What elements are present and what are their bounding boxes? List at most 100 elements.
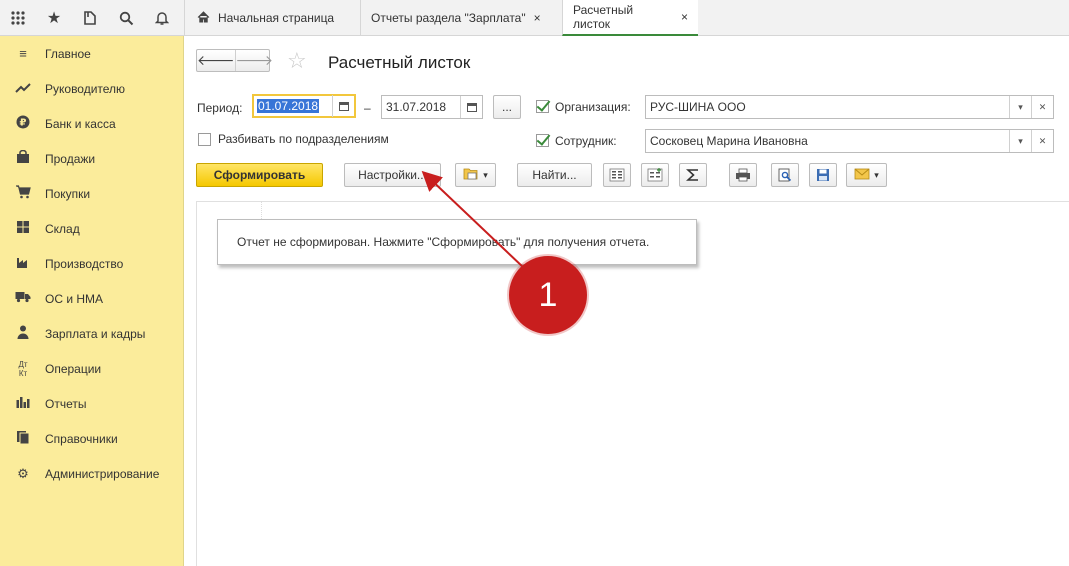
preview-icon[interactable] bbox=[771, 163, 799, 187]
history-nav: 🡐 🡒 bbox=[196, 49, 273, 72]
employee-label: Сотрудник: bbox=[555, 134, 617, 148]
column-guide bbox=[261, 201, 262, 221]
period-label: Период: bbox=[197, 101, 243, 115]
factory-icon bbox=[14, 255, 32, 272]
books-icon bbox=[14, 430, 32, 447]
employee-checkbox[interactable] bbox=[536, 134, 549, 147]
sidebar-item-label: Отчеты bbox=[45, 396, 87, 411]
bar-chart-icon bbox=[14, 396, 32, 411]
sidebar-item-bank[interactable]: ₽ Банк и касса bbox=[0, 106, 183, 141]
collapse-groups-icon[interactable] bbox=[641, 163, 669, 187]
org-value: РУС-ШИНА ООО bbox=[650, 100, 746, 114]
period-dash: – bbox=[364, 101, 371, 115]
warehouse-icon bbox=[14, 220, 32, 237]
employee-field[interactable]: Сосковец Марина Ивановна ▾ ✕ bbox=[645, 129, 1054, 153]
generate-button[interactable]: Сформировать bbox=[196, 163, 323, 187]
sidebar-item-main[interactable]: ≡ Главное bbox=[0, 36, 183, 71]
settings-button[interactable]: Настройки... bbox=[344, 163, 441, 187]
ruble-icon: ₽ bbox=[14, 115, 32, 132]
sidebar: ≡ Главное Руководителю ₽ Банк и касса Пр… bbox=[0, 36, 184, 566]
sidebar-item-salary[interactable]: Зарплата и кадры bbox=[0, 316, 183, 351]
truck-icon bbox=[14, 291, 32, 306]
sidebar-item-label: Склад bbox=[45, 221, 80, 236]
clear-icon[interactable]: ✕ bbox=[1031, 130, 1053, 152]
cart-icon bbox=[14, 185, 32, 202]
chevron-down-icon[interactable]: ▾ bbox=[1009, 130, 1031, 152]
tab-label: Расчетный листок bbox=[573, 3, 634, 31]
top-icons: ★ bbox=[0, 0, 184, 36]
sidebar-item-reports[interactable]: Отчеты bbox=[0, 386, 183, 421]
send-email-button[interactable]: ▾ bbox=[846, 163, 887, 187]
top-bar: ★ Начальная страница Отчеты раздела "Зар… bbox=[0, 0, 1069, 36]
star-icon[interactable]: ★ bbox=[36, 0, 72, 36]
employee-value: Сосковец Марина Ивановна bbox=[650, 134, 808, 148]
envelope-icon bbox=[854, 168, 870, 183]
variants-button[interactable]: ▾ bbox=[455, 163, 496, 187]
split-checkbox[interactable] bbox=[198, 133, 211, 146]
bell-icon[interactable] bbox=[144, 0, 180, 36]
svg-text:₽: ₽ bbox=[20, 118, 27, 129]
sidebar-item-label: Руководителю bbox=[45, 81, 126, 96]
tab-home[interactable]: Начальная страница bbox=[184, 0, 360, 36]
sum-icon[interactable] bbox=[679, 163, 707, 187]
close-icon[interactable]: × bbox=[534, 11, 541, 25]
tabs-bar: Начальная страница Отчеты раздела "Зарпл… bbox=[184, 0, 698, 36]
calendar-icon[interactable] bbox=[332, 95, 354, 117]
main-panel: 🡐 🡒 ☆ Расчетный листок Период: 01.07.201… bbox=[184, 36, 1069, 566]
chevron-down-icon[interactable]: ▾ bbox=[1009, 96, 1031, 118]
tab-label: Отчеты раздела "Зарплата" bbox=[371, 11, 526, 25]
sidebar-item-label: Покупки bbox=[45, 186, 91, 201]
print-icon[interactable] bbox=[729, 163, 757, 187]
trend-icon bbox=[14, 81, 32, 96]
home-icon bbox=[197, 10, 210, 26]
org-field[interactable]: РУС-ШИНА ООО ▾ ✕ bbox=[645, 95, 1054, 119]
find-button[interactable]: Найти... bbox=[517, 163, 592, 187]
tab-salary-reports[interactable]: Отчеты раздела "Зарплата" × bbox=[360, 0, 562, 36]
sidebar-item-fixed-assets[interactable]: ОС и НМА bbox=[0, 281, 183, 316]
sidebar-item-purchases[interactable]: Покупки bbox=[0, 176, 183, 211]
sidebar-item-label: Главное bbox=[45, 46, 91, 61]
sidebar-item-label: Справочники bbox=[45, 431, 118, 446]
person-icon bbox=[14, 325, 32, 342]
period-select-button[interactable]: ... bbox=[493, 95, 521, 119]
sidebar-item-label: Банк и касса bbox=[45, 116, 116, 131]
org-label: Организация: bbox=[555, 100, 631, 114]
sidebar-item-label: ОС и НМА bbox=[45, 291, 104, 306]
save-icon[interactable] bbox=[809, 163, 837, 187]
search-icon[interactable] bbox=[108, 0, 144, 36]
tab-payslip[interactable]: Расчетный листок × bbox=[562, 0, 698, 36]
menu-icon: ≡ bbox=[19, 46, 27, 61]
gear-icon: ⚙ bbox=[17, 465, 29, 481]
sidebar-item-warehouse[interactable]: Склад bbox=[0, 211, 183, 246]
sidebar-item-label: Зарплата и кадры bbox=[45, 326, 146, 341]
sidebar-item-admin[interactable]: ⚙ Администрирование bbox=[0, 456, 183, 491]
sidebar-item-operations[interactable]: Дт Кт Операции bbox=[0, 351, 183, 386]
calendar-icon[interactable] bbox=[460, 96, 482, 118]
back-arrow-icon[interactable]: 🡐 bbox=[197, 50, 236, 71]
page-title: Расчетный листок bbox=[328, 53, 471, 72]
sidebar-item-sales[interactable]: Продажи bbox=[0, 141, 183, 176]
org-checkbox[interactable] bbox=[536, 100, 549, 113]
split-label: Разбивать по подразделениям bbox=[218, 132, 389, 146]
clear-icon[interactable]: ✕ bbox=[1031, 96, 1053, 118]
bag-icon bbox=[14, 149, 32, 167]
favorite-star-icon[interactable]: ☆ bbox=[287, 48, 307, 74]
close-icon[interactable]: × bbox=[681, 10, 688, 24]
expand-groups-icon[interactable] bbox=[603, 163, 631, 187]
sidebar-item-directories[interactable]: Справочники bbox=[0, 421, 183, 456]
forward-arrow-icon[interactable]: 🡒 bbox=[236, 50, 274, 71]
sidebar-item-label: Производство bbox=[45, 256, 124, 271]
folder-icon bbox=[463, 167, 479, 184]
date-from-field[interactable]: 01.07.2018 bbox=[252, 94, 356, 118]
sidebar-item-production[interactable]: Производство bbox=[0, 246, 183, 281]
sidebar-item-manager[interactable]: Руководителю bbox=[0, 71, 183, 106]
history-icon[interactable] bbox=[72, 0, 108, 36]
tab-label: Начальная страница bbox=[218, 11, 335, 25]
chevron-down-icon: ▾ bbox=[483, 169, 488, 180]
date-to-value: 31.07.2018 bbox=[386, 100, 447, 114]
apps-grid-icon[interactable] bbox=[0, 0, 36, 36]
sidebar-item-label: Операции bbox=[45, 361, 102, 376]
annotation-badge: 1 bbox=[509, 256, 587, 334]
report-not-generated-message: Отчет не сформирован. Нажмите "Сформиров… bbox=[217, 219, 697, 265]
date-to-field[interactable]: 31.07.2018 bbox=[381, 95, 483, 119]
